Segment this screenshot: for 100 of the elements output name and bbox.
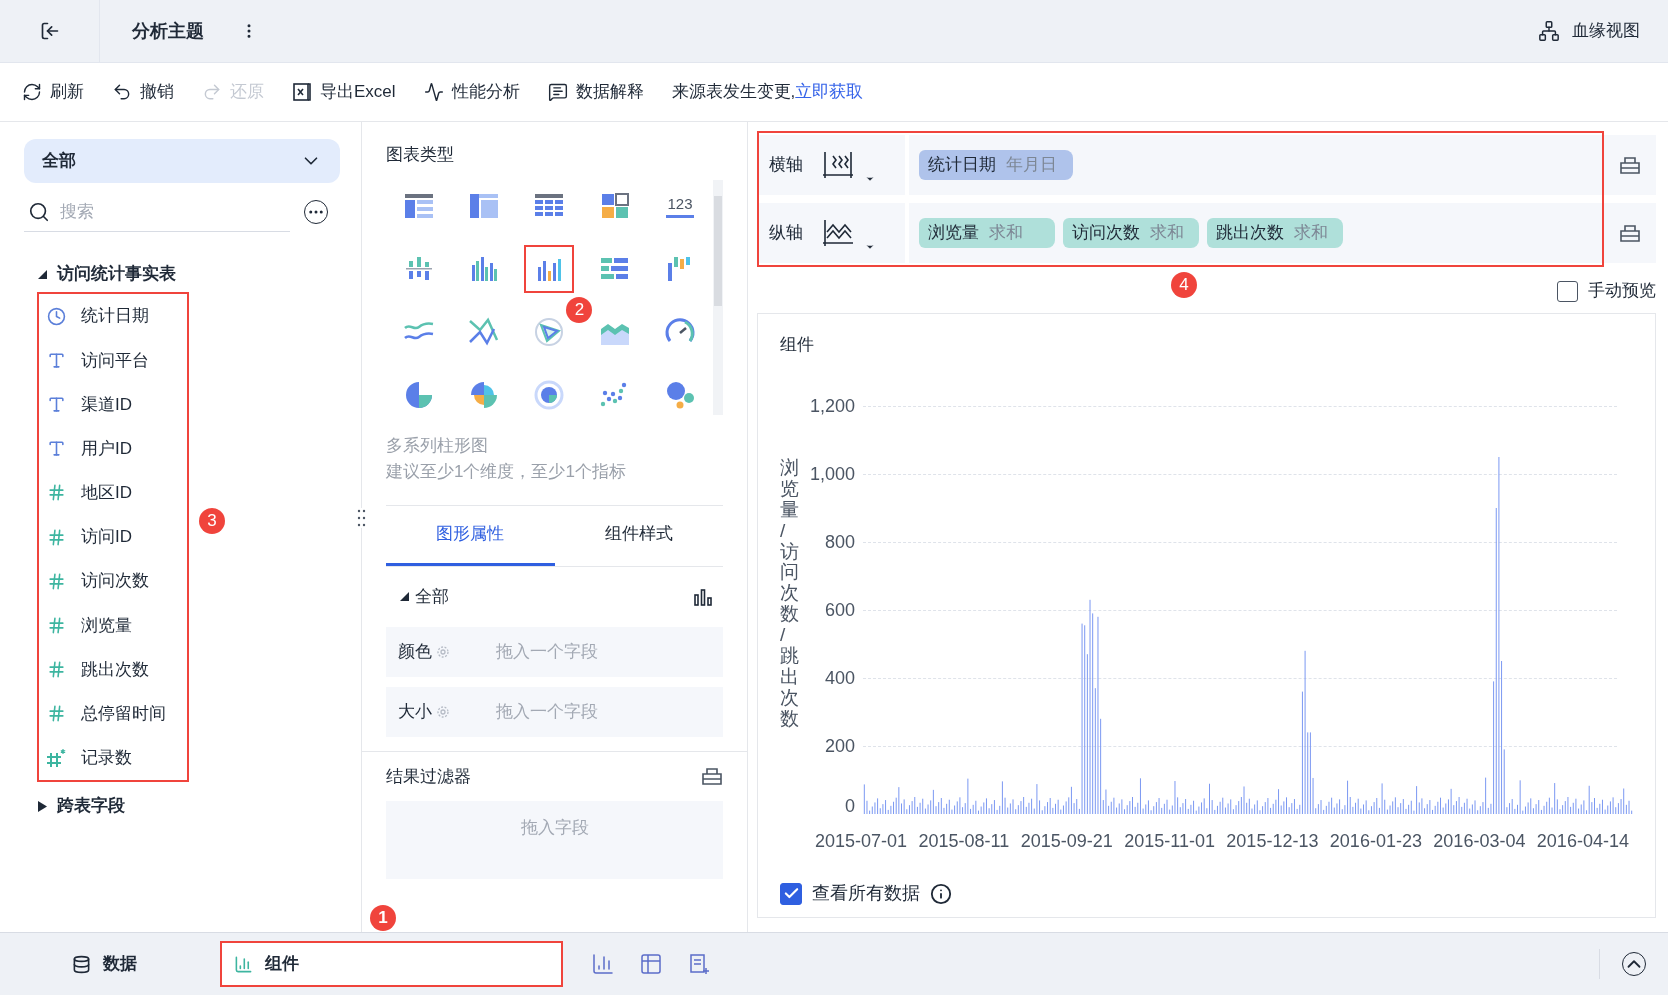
chart-type-button[interactable]: 123: [655, 181, 706, 230]
window-title: 分析主题: [132, 19, 204, 43]
callout-badge: 4: [1171, 272, 1197, 298]
hash-star-icon: [45, 747, 67, 768]
resize-handle[interactable]: [357, 508, 366, 528]
manual-preview-checkbox[interactable]: 手动预览: [1557, 278, 1656, 304]
field-pill[interactable]: 访问次数 求和: [1063, 218, 1199, 248]
bar-chart-icon[interactable]: [693, 586, 713, 607]
toolbar-button[interactable]: 撤销: [112, 79, 174, 105]
bottom-tab[interactable]: 数据: [72, 941, 220, 987]
property-drop-row[interactable]: 颜色 拖入一个字段: [386, 626, 723, 677]
dropdown-icon[interactable]: [865, 174, 875, 184]
field-item[interactable]: 记录数: [39, 735, 187, 781]
perf-icon: [423, 82, 444, 102]
redo-icon: [202, 82, 222, 102]
clear-icon[interactable]: [701, 766, 723, 787]
text-type-icon: [46, 394, 66, 414]
field-pill[interactable]: 统计日期 年月日: [919, 150, 1073, 180]
field-item[interactable]: 用户ID: [39, 426, 187, 471]
table-node[interactable]: 访问统计事实表: [57, 261, 176, 287]
field-item[interactable]: 访问次数: [39, 559, 187, 604]
chart-title: 组件: [780, 334, 815, 356]
refresh-icon: [22, 82, 42, 102]
hash-icon: [46, 483, 66, 503]
dropdown-icon[interactable]: [865, 242, 875, 252]
toolbar-button[interactable]: 导出Excel: [292, 79, 396, 105]
clear-icon[interactable]: [1619, 155, 1641, 175]
toolbar-button[interactable]: 性能分析: [423, 79, 520, 105]
hash-icon: [46, 571, 66, 591]
add-table-icon[interactable]: [639, 952, 663, 976]
axis-label-cell: 横轴: [759, 135, 905, 195]
x-tick-label: 2016-04-14: [1536, 829, 1629, 853]
hash-icon: [46, 615, 66, 635]
clear-icon[interactable]: [1619, 223, 1641, 243]
y-tick-label: 800: [824, 532, 855, 551]
axis-drop-zone[interactable]: 浏览量 求和 访问次数 求和 跳出次数 求和: [909, 203, 1602, 263]
info-icon[interactable]: [930, 882, 952, 905]
axis-drop-zone[interactable]: 统计日期 年月日: [909, 135, 1602, 195]
chart-type-name: 多系列柱形图: [386, 434, 489, 457]
x-tick-label: 2016-01-23: [1329, 829, 1422, 853]
toolbar-button[interactable]: 刷新: [22, 79, 84, 105]
field-item[interactable]: 统计日期: [39, 294, 187, 339]
fetch-link[interactable]: 立即获取: [795, 79, 864, 105]
field-pill[interactable]: 浏览量 求和: [919, 218, 1055, 248]
undo-icon: [112, 82, 132, 102]
lineage-icon: [1538, 20, 1560, 42]
search-field[interactable]: 搜索: [24, 192, 290, 232]
section-header[interactable]: 全部: [415, 583, 449, 610]
field-item[interactable]: 地区ID: [39, 470, 187, 515]
tab[interactable]: 组件样式: [554, 505, 723, 566]
expanded-triangle-icon[interactable]: [38, 269, 47, 279]
scope-dropdown[interactable]: 全部: [24, 139, 340, 183]
hash-icon: [46, 660, 66, 680]
callout-badge: 3: [199, 508, 225, 534]
lineage-view-button[interactable]: 血缘视图: [1538, 18, 1640, 44]
add-chart-icon[interactable]: [591, 952, 615, 976]
hash-icon: [46, 704, 66, 724]
toolbar-button[interactable]: 数据解释: [547, 79, 644, 105]
field-item[interactable]: 总停留时间: [39, 691, 187, 736]
search-icon: [28, 201, 50, 223]
y-tick-label: 1,200: [809, 396, 855, 415]
callout-badge: 2: [566, 296, 593, 323]
exit-icon[interactable]: [39, 21, 60, 41]
text-type-icon: [46, 350, 66, 370]
text-type-icon: [46, 439, 66, 459]
table-node[interactable]: 跨表字段: [57, 793, 125, 819]
spreadsheet-icon: [292, 82, 312, 102]
view-all-data-checkbox[interactable]: 查看所有数据: [780, 880, 1633, 907]
vertical-axis-icon: [821, 218, 855, 248]
field-item[interactable]: 跳出次数: [39, 647, 187, 692]
hash-icon: [46, 527, 66, 547]
field-item[interactable]: 浏览量: [39, 603, 187, 648]
callout-badge: 1: [370, 905, 396, 931]
explain-icon: [547, 82, 568, 102]
field-item[interactable]: 渠道ID: [39, 382, 187, 427]
field-item[interactable]: 访问ID: [39, 514, 187, 560]
axis-title: 浏览量/访问次数/跳出次数: [780, 457, 799, 730]
y-tick-label: 200: [824, 736, 855, 755]
tab[interactable]: 图形属性: [386, 505, 555, 566]
add-document-icon[interactable]: [687, 952, 711, 976]
horizontal-axis-icon: [821, 150, 855, 180]
x-tick-label: 2015-09-21: [1020, 829, 1113, 853]
y-tick-label: 600: [824, 600, 855, 619]
scrollbar[interactable]: [713, 179, 723, 415]
expanded-triangle-icon[interactable]: [400, 592, 409, 601]
axis-label-cell: 纵轴: [759, 203, 905, 263]
x-tick-label: 2016-03-04: [1433, 829, 1526, 853]
x-tick-label: 2015-11-01: [1124, 829, 1215, 853]
y-tick-label: 1,000: [809, 464, 855, 483]
section-title: 结果过滤器: [386, 765, 471, 788]
x-tick-label: 2015-12-13: [1226, 829, 1319, 853]
database-icon: [72, 954, 91, 974]
property-drop-row[interactable]: 大小 拖入一个字段: [386, 686, 723, 737]
field-pill[interactable]: 跳出次数 求和: [1207, 218, 1343, 248]
chart-type-hint: 建议至少1个维度，至少1个指标: [386, 460, 627, 483]
field-item[interactable]: 访问平台: [39, 338, 187, 383]
notice-text: 来源表发生变更,: [671, 81, 796, 104]
collapsed-triangle-icon[interactable]: [38, 800, 47, 812]
y-tick-label: 0: [845, 796, 855, 815]
chart-icon: [234, 954, 253, 974]
